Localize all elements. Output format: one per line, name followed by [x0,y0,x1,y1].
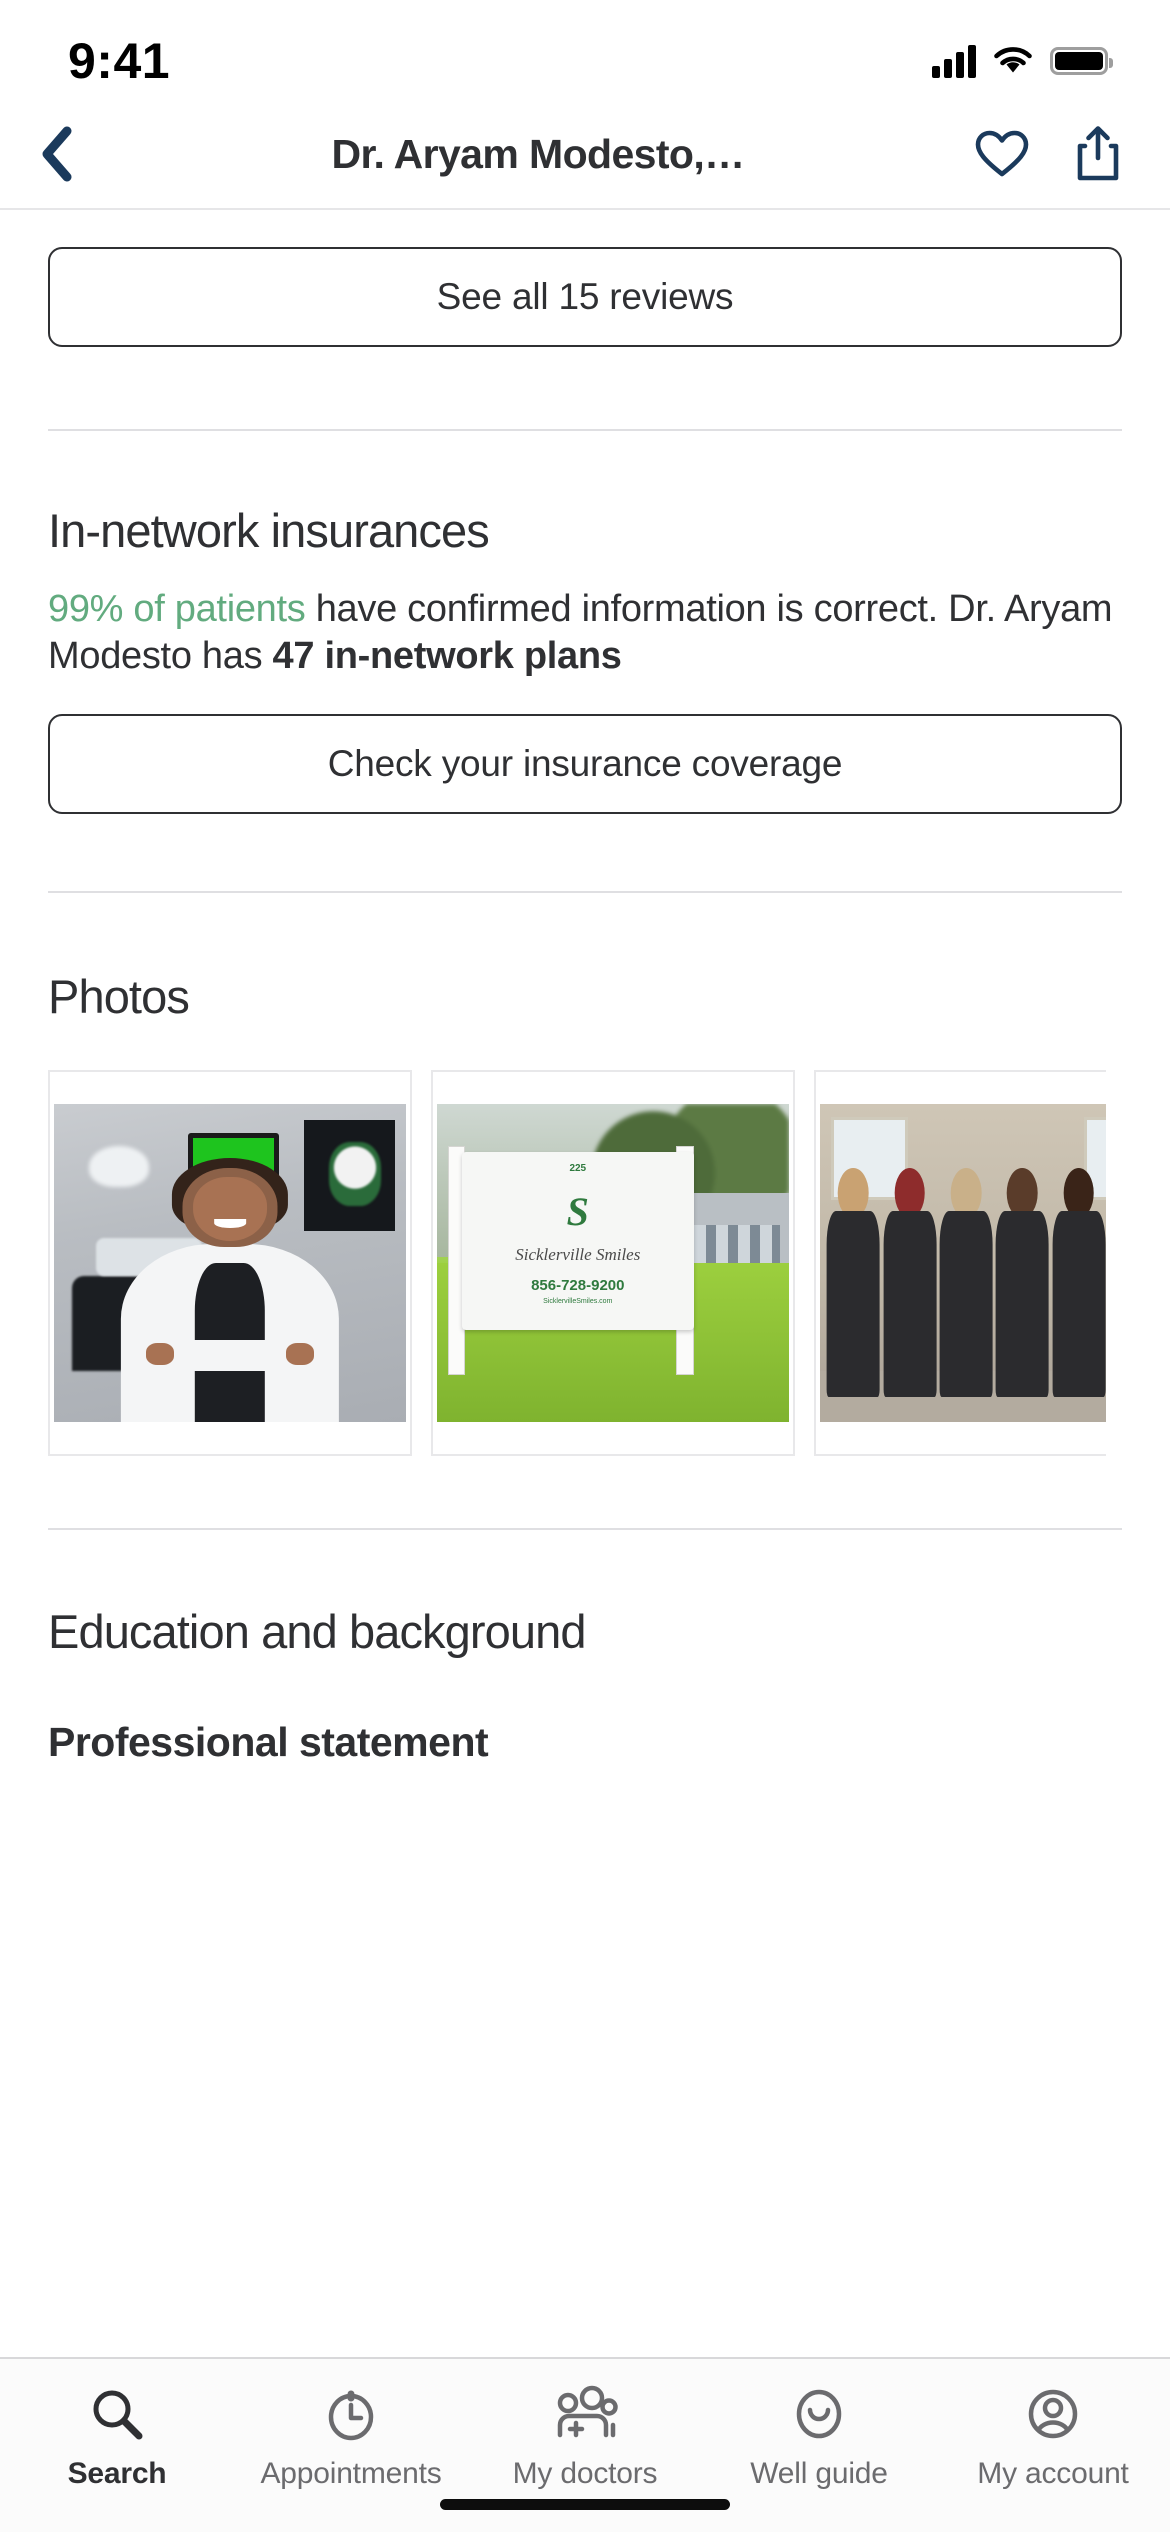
wifi-icon [994,47,1032,73]
professional-statement-heading: Professional statement [48,1719,489,1766]
smile-icon [790,2383,848,2445]
section-divider [48,891,1122,894]
tab-label: Well guide [750,2457,888,2490]
chevron-left-icon [42,126,72,182]
page-title: Dr. Aryam Modesto,… [331,130,745,177]
tab-label: Appointments [260,2457,442,2490]
back-button[interactable] [40,123,102,185]
check-insurance-coverage-button[interactable]: Check your insurance coverage [48,714,1122,815]
photos-section-heading: Photos [48,970,190,1024]
insurance-highlight-text: 99% of patients [48,588,306,630]
doctor-portrait-photo[interactable] [48,1070,412,1457]
see-all-reviews-button[interactable]: See all 15 reviews [48,247,1122,347]
sign-address-text: 225 [569,1162,587,1174]
insurance-button-container: Check your insurance coverage [48,714,1122,815]
insurance-section-heading: In-network insurances [48,504,490,557]
battery-full-icon [1050,47,1113,75]
sign-business-name: Sicklerville Smiles [515,1244,641,1264]
status-bar: 9:41 [0,0,1170,100]
app-screen: 9:41 Dr. Aryam Modesto,… See all 15 revi… [0,0,1170,2532]
photo-image [54,1104,406,1423]
photo-image: 225 S Sicklerville Smiles 856-728-9200 S… [437,1104,789,1423]
share-button[interactable] [1070,124,1126,184]
tab-label: My doctors [512,2457,658,2490]
cellular-signal-icon [932,44,976,78]
photos-carousel[interactable]: 225 S Sicklerville Smiles 856-728-9200 S… [32,1070,1106,1457]
insurance-description: 99% of patients have confirmed informati… [48,586,1122,680]
tab-label: My account [977,2457,1129,2490]
status-bar-indicators [932,44,1113,78]
section-divider [48,429,1122,431]
tab-search[interactable]: Search [0,2383,234,2491]
tab-appointments[interactable]: Appointments [234,2383,468,2491]
search-icon [87,2383,147,2445]
insurance-plans-count: 47 in-network plans [272,635,622,678]
photo-image [820,1104,1106,1423]
office-sign-photo[interactable]: 225 S Sicklerville Smiles 856-728-9200 S… [431,1070,795,1457]
share-icon [1077,126,1119,181]
heart-outline-icon [975,130,1029,177]
navigation-actions [974,124,1126,184]
reviews-button-container: See all 15 reviews [48,210,1122,347]
clock-icon [322,2383,380,2445]
tab-my-doctors[interactable]: My doctors [468,2383,702,2491]
section-divider [48,1528,1122,1531]
staff-team-photo[interactable] [814,1070,1106,1457]
favorite-button[interactable] [974,124,1030,184]
education-section-heading: Education and background [48,1605,587,1659]
sign-phone-number: 856-728-9200 [531,1276,625,1294]
account-circle-icon [1023,2383,1083,2445]
status-bar-time: 9:41 [68,33,171,89]
navigation-bar: Dr. Aryam Modesto,… [0,100,1170,210]
sign-website: SicklervilleSmiles.com [543,1297,613,1305]
people-plus-icon [550,2383,620,2445]
home-indicator [440,2499,730,2510]
tab-my-account[interactable]: My account [936,2383,1170,2491]
scroll-content[interactable]: See all 15 reviews In-network insurances… [0,210,1170,2357]
tab-well-guide[interactable]: Well guide [702,2383,936,2491]
tab-label: Search [67,2457,167,2490]
